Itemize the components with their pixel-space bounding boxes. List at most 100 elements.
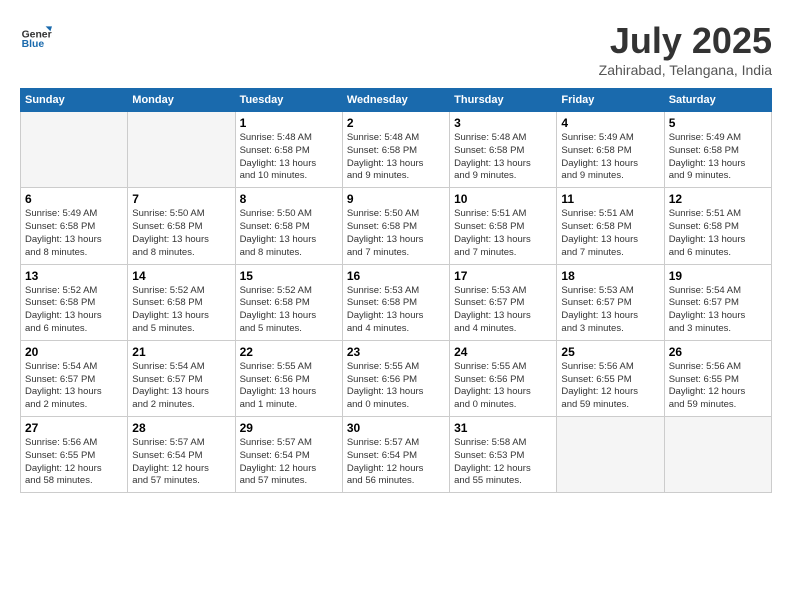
day-detail: Sunrise: 5:57 AM Sunset: 6:54 PM Dayligh… [132, 437, 230, 488]
calendar-day-cell: 28 Sunrise: 5:57 AM Sunset: 6:54 PM Dayli… [128, 417, 235, 493]
svg-text:Blue: Blue [22, 39, 45, 50]
day-detail: Sunrise: 5:56 AM Sunset: 6:55 PM Dayligh… [561, 361, 659, 412]
day-number: 24 [454, 345, 552, 359]
calendar-day-cell: 18 Sunrise: 5:53 AM Sunset: 6:57 PM Dayli… [557, 264, 664, 340]
day-number: 26 [669, 345, 767, 359]
title-block: July 2025 Zahirabad, Telangana, India [599, 20, 772, 78]
calendar-day-cell [664, 417, 771, 493]
calendar-day-cell: 1 Sunrise: 5:48 AM Sunset: 6:58 PM Daylig… [235, 112, 342, 188]
day-number: 19 [669, 269, 767, 283]
day-number: 20 [25, 345, 123, 359]
day-detail: Sunrise: 5:57 AM Sunset: 6:54 PM Dayligh… [240, 437, 338, 488]
day-number: 22 [240, 345, 338, 359]
calendar-day-cell: 7 Sunrise: 5:50 AM Sunset: 6:58 PM Daylig… [128, 188, 235, 264]
day-detail: Sunrise: 5:50 AM Sunset: 6:58 PM Dayligh… [132, 208, 230, 259]
day-detail: Sunrise: 5:58 AM Sunset: 6:53 PM Dayligh… [454, 437, 552, 488]
calendar-day-cell: 23 Sunrise: 5:55 AM Sunset: 6:56 PM Dayli… [342, 340, 449, 416]
day-detail: Sunrise: 5:56 AM Sunset: 6:55 PM Dayligh… [669, 361, 767, 412]
calendar-day-cell: 31 Sunrise: 5:58 AM Sunset: 6:53 PM Dayli… [450, 417, 557, 493]
day-detail: Sunrise: 5:57 AM Sunset: 6:54 PM Dayligh… [347, 437, 445, 488]
day-number: 3 [454, 116, 552, 130]
weekday-header: Saturday [664, 89, 771, 112]
calendar-day-cell [128, 112, 235, 188]
weekday-header: Sunday [21, 89, 128, 112]
weekday-header: Monday [128, 89, 235, 112]
day-detail: Sunrise: 5:51 AM Sunset: 6:58 PM Dayligh… [561, 208, 659, 259]
calendar-day-cell: 13Sunrise: 5:52 AM Sunset: 6:58 PM Dayli… [21, 264, 128, 340]
day-detail: Sunrise: 5:56 AM Sunset: 6:55 PM Dayligh… [25, 437, 123, 488]
calendar-day-cell: 9 Sunrise: 5:50 AM Sunset: 6:58 PM Daylig… [342, 188, 449, 264]
day-detail: Sunrise: 5:50 AM Sunset: 6:58 PM Dayligh… [240, 208, 338, 259]
day-number: 7 [132, 192, 230, 206]
calendar-day-cell: 26 Sunrise: 5:56 AM Sunset: 6:55 PM Dayli… [664, 340, 771, 416]
day-number: 23 [347, 345, 445, 359]
page-header: General Blue July 2025 Zahirabad, Telang… [20, 20, 772, 78]
weekday-header-row: SundayMondayTuesdayWednesdayThursdayFrid… [21, 89, 772, 112]
day-detail: Sunrise: 5:49 AM Sunset: 6:58 PM Dayligh… [561, 132, 659, 183]
logo: General Blue [20, 20, 52, 52]
day-detail: Sunrise: 5:54 AM Sunset: 6:57 PM Dayligh… [132, 361, 230, 412]
day-number: 13 [25, 269, 123, 283]
day-detail: Sunrise: 5:49 AM Sunset: 6:58 PM Dayligh… [25, 208, 123, 259]
weekday-header: Friday [557, 89, 664, 112]
calendar-day-cell: 6Sunrise: 5:49 AM Sunset: 6:58 PM Daylig… [21, 188, 128, 264]
calendar-week-row: 20 Sunrise: 5:54 AM Sunset: 6:57 PM Dayli… [21, 340, 772, 416]
calendar-day-cell: 8 Sunrise: 5:50 AM Sunset: 6:58 PM Daylig… [235, 188, 342, 264]
calendar-day-cell: 24 Sunrise: 5:55 AM Sunset: 6:56 PM Dayli… [450, 340, 557, 416]
calendar-day-cell: 19 Sunrise: 5:54 AM Sunset: 6:57 PM Dayli… [664, 264, 771, 340]
day-detail: Sunrise: 5:54 AM Sunset: 6:57 PM Dayligh… [669, 285, 767, 336]
day-number: 15 [240, 269, 338, 283]
day-detail: Sunrise: 5:52 AM Sunset: 6:58 PM Dayligh… [132, 285, 230, 336]
logo-icon: General Blue [20, 20, 52, 52]
calendar-day-cell: 27 Sunrise: 5:56 AM Sunset: 6:55 PM Dayli… [21, 417, 128, 493]
day-number: 11 [561, 192, 659, 206]
calendar-day-cell: 14 Sunrise: 5:52 AM Sunset: 6:58 PM Dayli… [128, 264, 235, 340]
day-number: 16 [347, 269, 445, 283]
day-detail: Sunrise: 5:50 AM Sunset: 6:58 PM Dayligh… [347, 208, 445, 259]
calendar-day-cell [557, 417, 664, 493]
day-detail: Sunrise: 5:53 AM Sunset: 6:57 PM Dayligh… [561, 285, 659, 336]
day-detail: Sunrise: 5:54 AM Sunset: 6:57 PM Dayligh… [25, 361, 123, 412]
day-detail: Sunrise: 5:53 AM Sunset: 6:57 PM Dayligh… [454, 285, 552, 336]
calendar-day-cell: 3 Sunrise: 5:48 AM Sunset: 6:58 PM Daylig… [450, 112, 557, 188]
calendar-day-cell: 30Sunrise: 5:57 AM Sunset: 6:54 PM Dayli… [342, 417, 449, 493]
day-number: 14 [132, 269, 230, 283]
day-number: 18 [561, 269, 659, 283]
calendar-day-cell [21, 112, 128, 188]
day-detail: Sunrise: 5:51 AM Sunset: 6:58 PM Dayligh… [669, 208, 767, 259]
day-number: 1 [240, 116, 338, 130]
day-detail: Sunrise: 5:55 AM Sunset: 6:56 PM Dayligh… [347, 361, 445, 412]
month-title: July 2025 [599, 20, 772, 62]
calendar-day-cell: 16Sunrise: 5:53 AM Sunset: 6:58 PM Dayli… [342, 264, 449, 340]
day-detail: Sunrise: 5:48 AM Sunset: 6:58 PM Dayligh… [347, 132, 445, 183]
calendar-day-cell: 2Sunrise: 5:48 AM Sunset: 6:58 PM Daylig… [342, 112, 449, 188]
calendar-day-cell: 17Sunrise: 5:53 AM Sunset: 6:57 PM Dayli… [450, 264, 557, 340]
day-number: 27 [25, 421, 123, 435]
day-number: 12 [669, 192, 767, 206]
calendar-day-cell: 5Sunrise: 5:49 AM Sunset: 6:58 PM Daylig… [664, 112, 771, 188]
weekday-header: Wednesday [342, 89, 449, 112]
calendar-day-cell: 21Sunrise: 5:54 AM Sunset: 6:57 PM Dayli… [128, 340, 235, 416]
weekday-header: Thursday [450, 89, 557, 112]
day-number: 28 [132, 421, 230, 435]
day-detail: Sunrise: 5:52 AM Sunset: 6:58 PM Dayligh… [240, 285, 338, 336]
day-detail: Sunrise: 5:55 AM Sunset: 6:56 PM Dayligh… [454, 361, 552, 412]
location-subtitle: Zahirabad, Telangana, India [599, 62, 772, 78]
day-number: 8 [240, 192, 338, 206]
day-detail: Sunrise: 5:51 AM Sunset: 6:58 PM Dayligh… [454, 208, 552, 259]
calendar-week-row: 6Sunrise: 5:49 AM Sunset: 6:58 PM Daylig… [21, 188, 772, 264]
day-number: 4 [561, 116, 659, 130]
day-number: 9 [347, 192, 445, 206]
day-number: 31 [454, 421, 552, 435]
calendar-day-cell: 20 Sunrise: 5:54 AM Sunset: 6:57 PM Dayli… [21, 340, 128, 416]
calendar-day-cell: 22 Sunrise: 5:55 AM Sunset: 6:56 PM Dayli… [235, 340, 342, 416]
calendar-day-cell: 15 Sunrise: 5:52 AM Sunset: 6:58 PM Dayli… [235, 264, 342, 340]
day-detail: Sunrise: 5:49 AM Sunset: 6:58 PM Dayligh… [669, 132, 767, 183]
day-detail: Sunrise: 5:48 AM Sunset: 6:58 PM Dayligh… [240, 132, 338, 183]
day-number: 10 [454, 192, 552, 206]
calendar-day-cell: 25 Sunrise: 5:56 AM Sunset: 6:55 PM Dayli… [557, 340, 664, 416]
day-detail: Sunrise: 5:55 AM Sunset: 6:56 PM Dayligh… [240, 361, 338, 412]
calendar-table: SundayMondayTuesdayWednesdayThursdayFrid… [20, 88, 772, 493]
day-detail: Sunrise: 5:48 AM Sunset: 6:58 PM Dayligh… [454, 132, 552, 183]
day-number: 25 [561, 345, 659, 359]
